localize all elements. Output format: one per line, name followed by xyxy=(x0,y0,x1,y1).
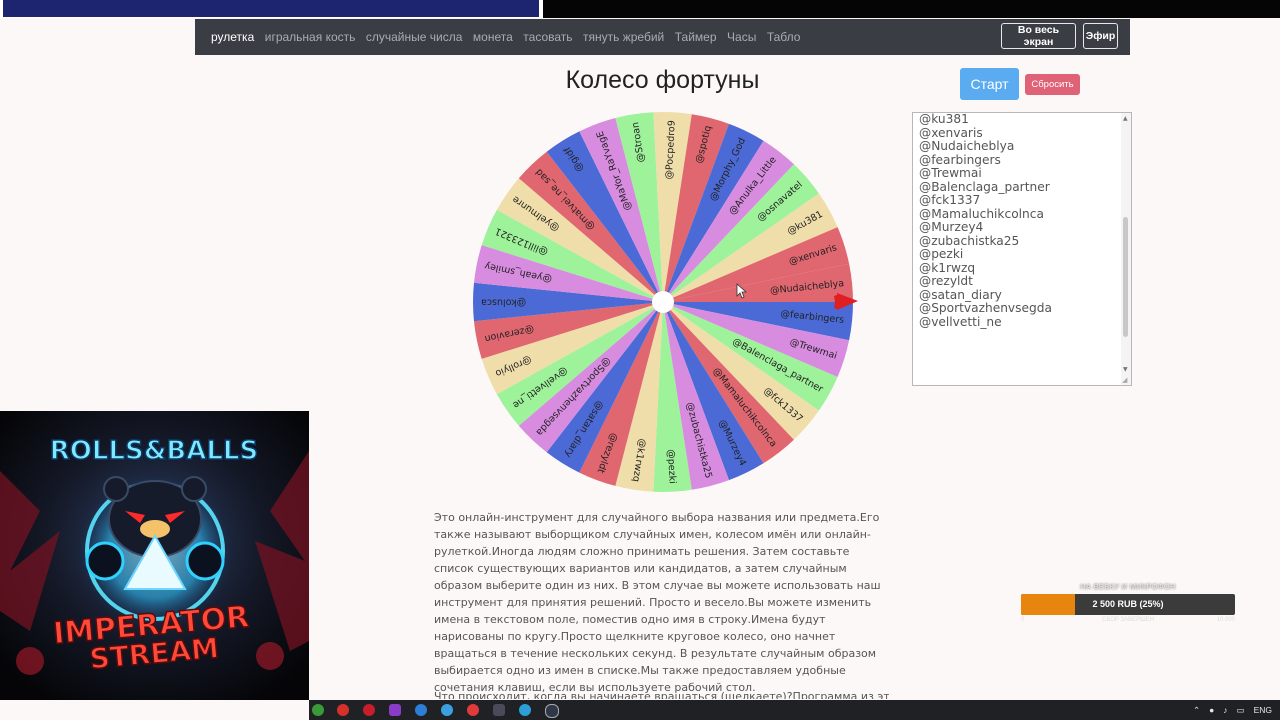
names-list-item: @ku381 xyxy=(919,112,969,126)
nav-item-timer[interactable]: Таймер xyxy=(675,30,717,44)
resize-grip-icon[interactable]: ◢ xyxy=(1122,376,1127,384)
nav-item-dice[interactable]: игральная кость xyxy=(265,30,356,44)
telegram-2-icon[interactable] xyxy=(519,704,531,716)
speaker-icon[interactable]: ♪ xyxy=(1223,705,1227,715)
donation-caption: СБОР ЗАВЕРШЕН xyxy=(1101,617,1154,623)
system-tray: ⌃ ● ♪ ▭ ENG xyxy=(1193,700,1272,720)
names-list-item: @pezki xyxy=(919,247,964,261)
donation-progress-bar: 2 500 RUB (25%) xyxy=(1021,594,1235,615)
wheel-segment-label: @kolusca xyxy=(481,296,526,307)
wheel-center-hub xyxy=(652,291,674,313)
taskbar: ⌃ ● ♪ ▭ ENG xyxy=(309,700,1280,720)
nav-item-draw-lots[interactable]: тянуть жребий xyxy=(583,30,664,44)
names-list-item: @fearbingers xyxy=(919,152,1001,167)
broadcast-button[interactable]: Эфир xyxy=(1083,23,1118,49)
microphone-icon[interactable]: ● xyxy=(1209,705,1214,715)
wheel-segment-label: @pezki xyxy=(665,449,678,484)
nav-item-random-numbers[interactable]: случайные числа xyxy=(366,30,463,44)
nav-item-roulette[interactable]: рулетка xyxy=(211,30,254,44)
names-list-item: @satan_diary xyxy=(919,287,1002,302)
stream-logo-overlay: ROLLS&BALLS IMPERATOR STREAM xyxy=(0,411,309,700)
chrome-icon[interactable] xyxy=(312,704,324,716)
scroll-up-icon[interactable]: ▲ xyxy=(1123,115,1128,122)
names-list-item: @zubachistka25 xyxy=(919,233,1020,248)
names-list-item: @vellvetti_ne xyxy=(919,314,1002,329)
rolls-and-balls-logo: ROLLS&BALLS IMPERATOR STREAM xyxy=(0,411,309,700)
navbar: рулетка игральная кость случайные числа … xyxy=(195,19,1130,55)
names-list-item: @Sportvazhenvsegda xyxy=(919,301,1052,315)
steam-icon[interactable] xyxy=(545,704,559,718)
capture-window-right xyxy=(543,0,1280,18)
names-list-item: @rezyldt xyxy=(919,274,973,288)
yandex-browser-icon[interactable] xyxy=(467,704,479,716)
media-icon[interactable] xyxy=(389,704,401,716)
names-list-item: @Nudaicheblya xyxy=(919,139,1015,153)
fullscreen-button[interactable]: Во весь экран xyxy=(1001,23,1076,49)
names-list-item: @Balenclaga_partner xyxy=(919,179,1050,194)
donation-amount: 2 500 RUB (25%) xyxy=(1092,599,1164,609)
capture-window-left xyxy=(3,0,539,17)
description-text-2: Что происходит, когда вы начинаете враща… xyxy=(434,690,889,699)
names-list-item: @fck1337 xyxy=(919,193,981,207)
opera-icon[interactable] xyxy=(363,704,375,716)
donation-title: НА ВЕБКУ И МИКРОФОН xyxy=(1080,582,1176,591)
donation-goal-widget: НА ВЕБКУ И МИКРОФОН 2 500 RUB (25%) 0 СБ… xyxy=(1021,582,1235,627)
nav-item-clock[interactable]: Часы xyxy=(727,30,756,44)
nav-item-scoreboard[interactable]: Табло xyxy=(767,30,801,44)
telegram-icon[interactable] xyxy=(415,704,427,716)
names-list: @ku381 @xenvaris @Nudaicheblya @fearbingers… xyxy=(919,113,1052,329)
names-list-item: @Trewmai xyxy=(919,166,982,180)
names-list-item: @xenvaris xyxy=(919,125,983,140)
scroll-down-icon[interactable]: ▼ xyxy=(1123,366,1128,373)
logo-text-top: ROLLS&BALLS xyxy=(50,436,258,466)
nav-item-shuffle[interactable]: тасовать xyxy=(523,30,572,44)
names-list-item: @Mamaluchikcolnca xyxy=(919,206,1044,221)
top-window-strip xyxy=(0,0,1280,18)
page-title: Колесо фортуны xyxy=(565,66,760,94)
fortune-wheel[interactable]: @Nudaicheblya@fearbingers@Trewmai@Balenc… xyxy=(470,110,860,495)
scrollbar-thumb[interactable] xyxy=(1123,217,1128,337)
drive-icon[interactable] xyxy=(441,704,453,716)
names-scrollbar[interactable]: ▲ ▼ ◢ xyxy=(1121,113,1131,385)
yandex-icon[interactable] xyxy=(337,704,349,716)
description-text: Это онлайн-инструмент для случайного выб… xyxy=(434,511,881,694)
names-list-item: @Murzey4 xyxy=(919,220,984,234)
donation-max: 10 000 xyxy=(1216,617,1235,623)
names-list-item: @k1rwzq xyxy=(919,260,976,275)
nav-menu: рулетка игральная кость случайные числа … xyxy=(211,19,811,55)
nav-item-coin[interactable]: монета xyxy=(473,30,513,44)
obs-icon[interactable] xyxy=(493,704,505,716)
keyboard-language[interactable]: ENG xyxy=(1254,705,1272,715)
reset-button[interactable]: Сбросить xyxy=(1025,74,1080,95)
start-button[interactable]: Старт xyxy=(960,68,1019,100)
network-icon[interactable]: ▭ xyxy=(1237,705,1245,716)
chevron-up-icon[interactable]: ⌃ xyxy=(1193,705,1200,716)
names-textarea[interactable]: @ku381 @xenvaris @Nudaicheblya @fearbingers… xyxy=(912,112,1132,386)
